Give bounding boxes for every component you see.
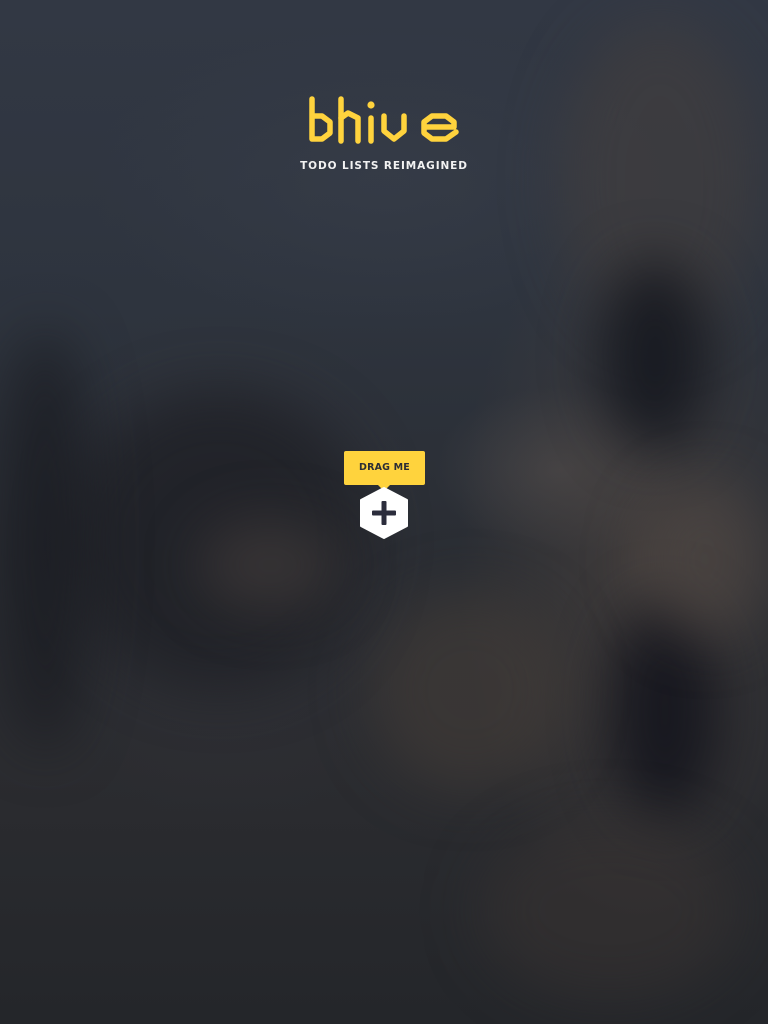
- bhive-logo: [0, 96, 768, 144]
- hexagon-button-icon: [360, 487, 408, 539]
- bhive-wordmark-icon: [309, 96, 459, 144]
- add-task-button[interactable]: [358, 486, 410, 540]
- app-tagline: TODO LISTS REIMAGINED: [300, 160, 468, 172]
- drag-me-tooltip: DRAG ME: [344, 451, 425, 485]
